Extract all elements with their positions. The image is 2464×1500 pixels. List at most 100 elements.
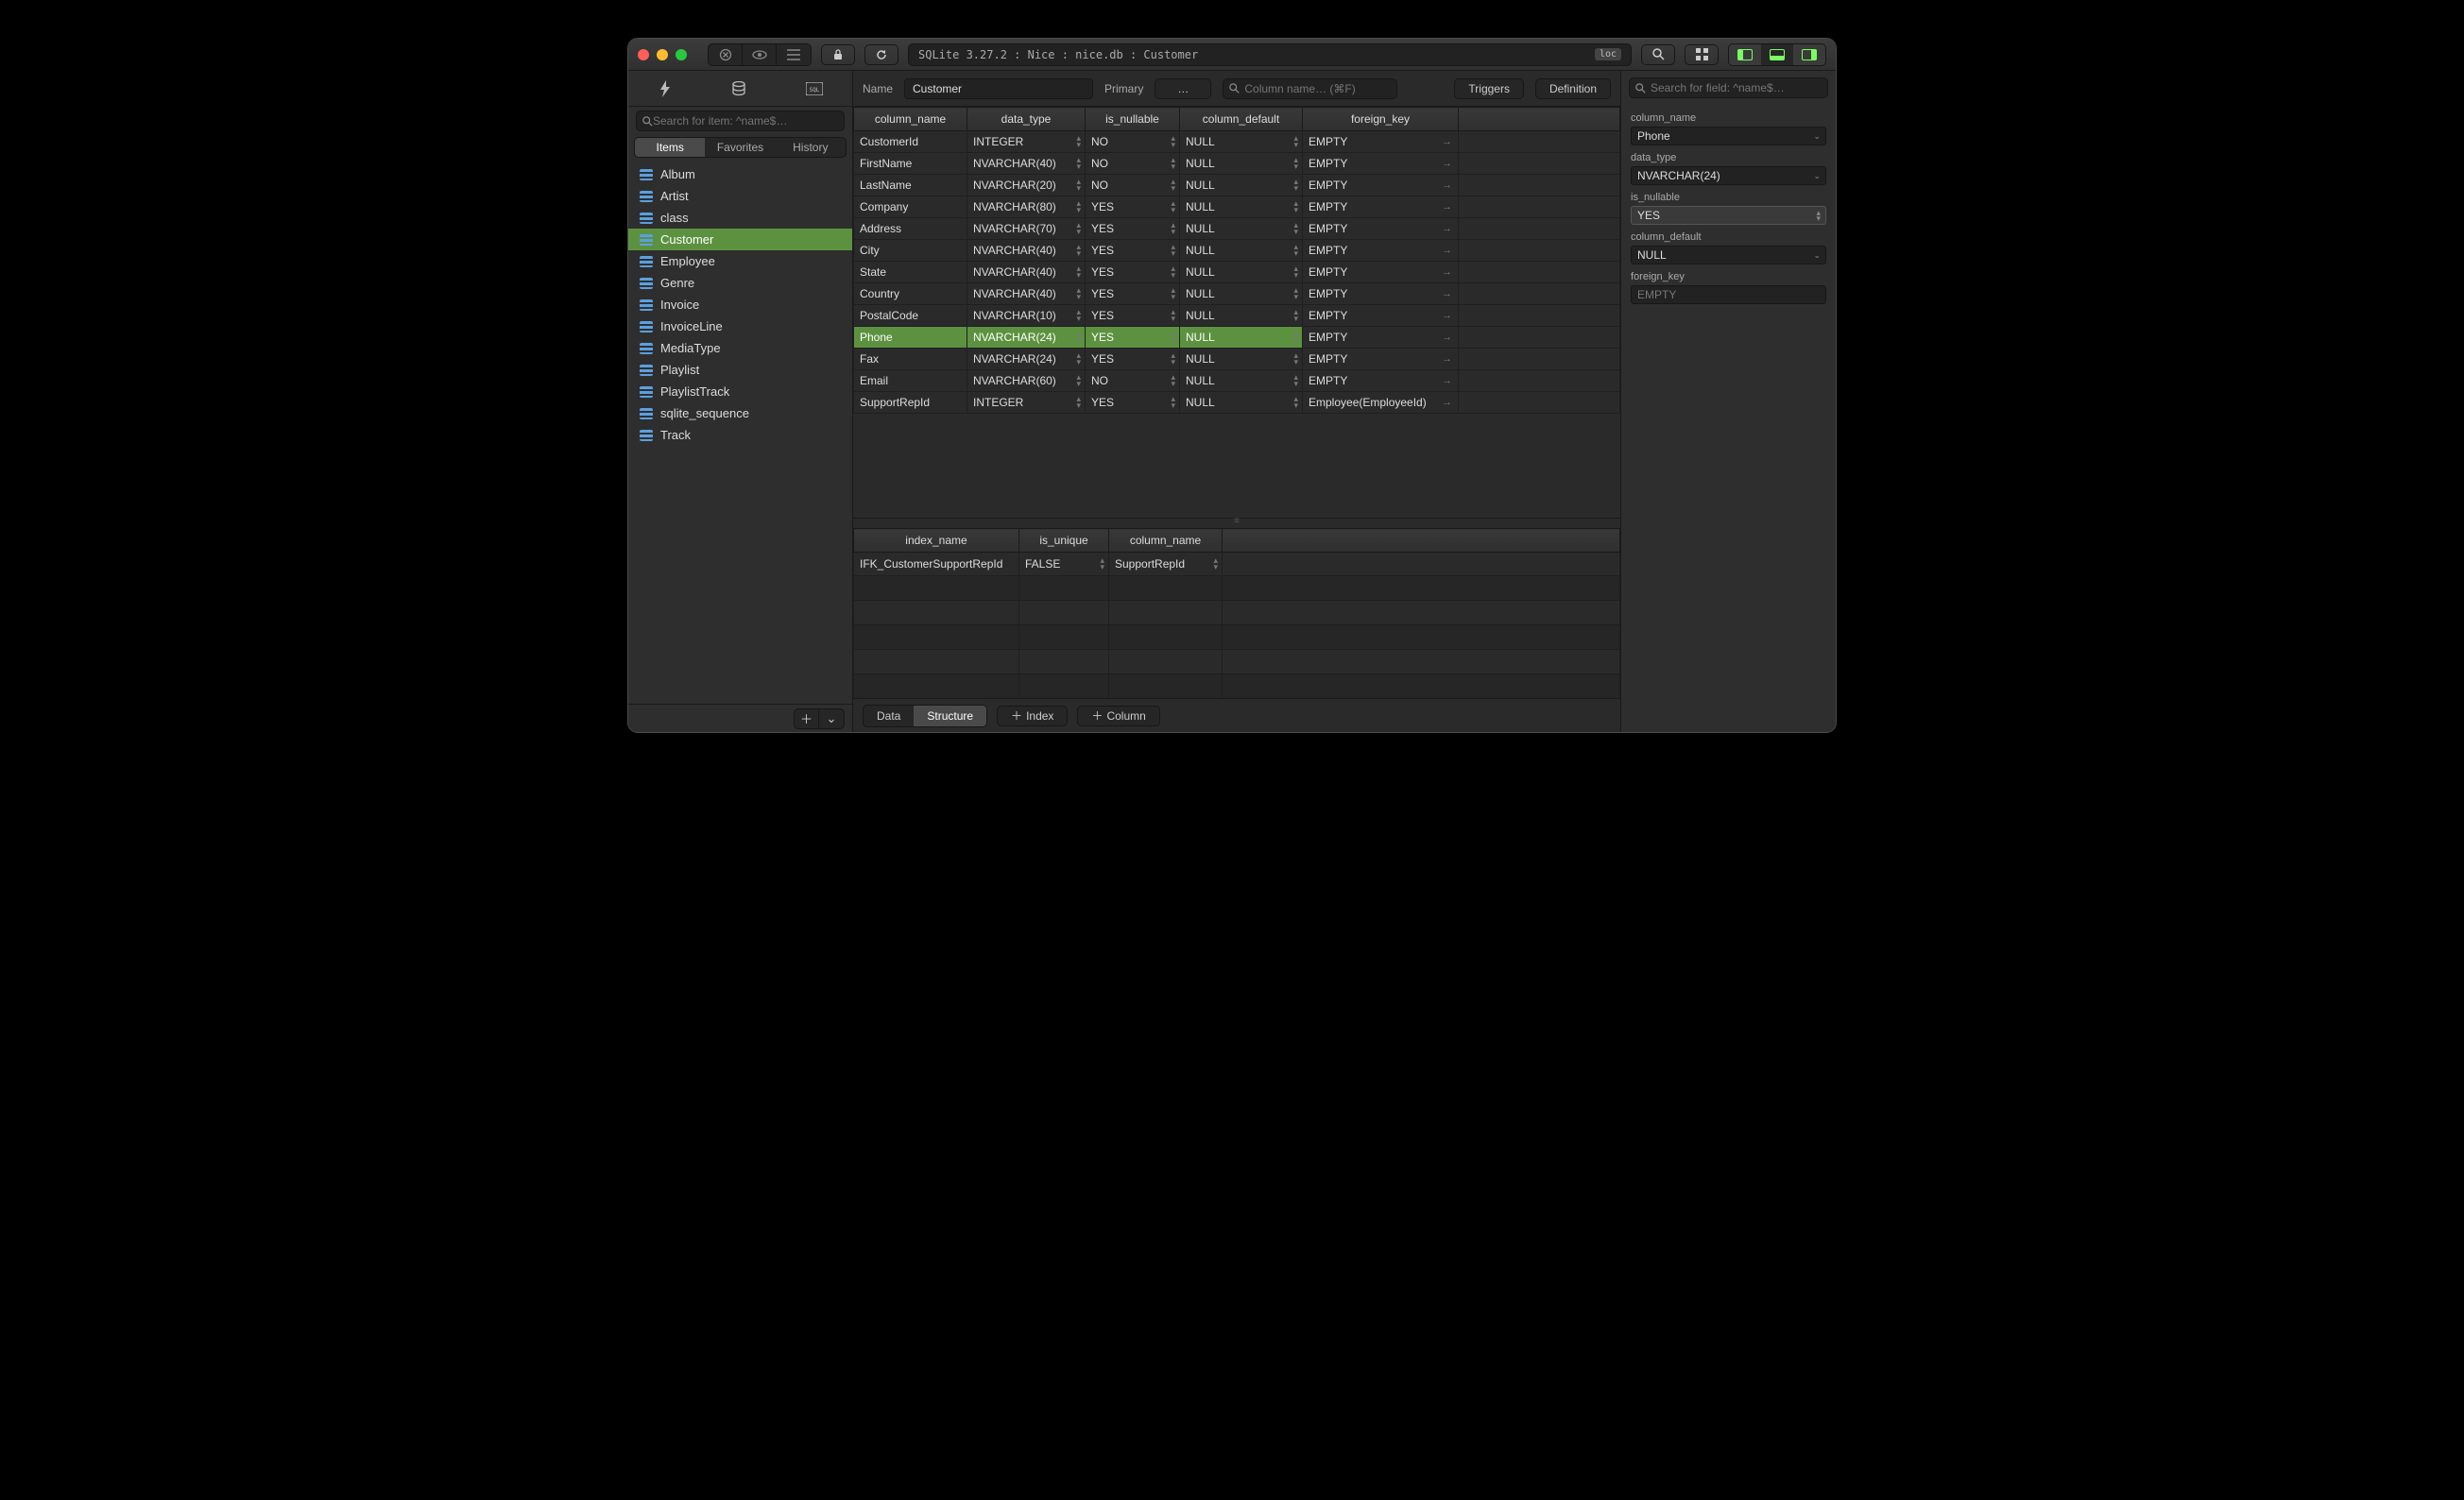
sidebar-item-playlisttrack[interactable]: PlaylistTrack — [628, 381, 852, 402]
cell-default[interactable]: NULL — [1180, 283, 1303, 305]
sidebar-item-album[interactable]: Album — [628, 163, 852, 185]
table-row[interactable]: IFK_CustomerSupportRepIdFALSESupportRepI… — [854, 553, 1620, 576]
table-row[interactable]: CountryNVARCHAR(40)YESNULLEMPTY→ — [854, 283, 1620, 305]
cell-name[interactable]: LastName — [854, 175, 967, 196]
cell-default[interactable]: NULL — [1180, 175, 1303, 196]
cell-fk[interactable]: EMPTY→ — [1303, 218, 1459, 240]
col-header-data_type[interactable]: data_type — [967, 108, 1086, 131]
cell-type[interactable]: NVARCHAR(60) — [967, 370, 1086, 392]
cell-fk[interactable]: Employee(EmployeeId)→ — [1303, 392, 1459, 414]
col-header-column_name[interactable]: column_name — [854, 108, 967, 131]
bottom-panel-toggle[interactable] — [1761, 44, 1793, 65]
cell-nullable[interactable]: YES — [1086, 262, 1180, 283]
cell-name[interactable]: State — [854, 262, 967, 283]
idx-header-is_unique[interactable]: is_unique — [1019, 529, 1109, 553]
triggers-button[interactable]: Triggers — [1454, 78, 1524, 99]
insp-data-type-field[interactable]: NVARCHAR(24)⌄ — [1631, 166, 1826, 185]
sidebar-item-mediatype[interactable]: MediaType — [628, 337, 852, 359]
table-row[interactable]: FirstNameNVARCHAR(40)NONULLEMPTY→ — [854, 153, 1620, 175]
sidebar-item-genre[interactable]: Genre — [628, 272, 852, 294]
list-button[interactable] — [777, 44, 811, 65]
insp-is-nullable-field[interactable]: YES — [1631, 206, 1826, 225]
tab-history[interactable]: History — [776, 138, 846, 157]
cell-name[interactable]: Phone — [854, 327, 967, 349]
sidebar-item-artist[interactable]: Artist — [628, 185, 852, 207]
table-row[interactable]: SupportRepIdINTEGERYESNULLEmployee(Emplo… — [854, 392, 1620, 414]
zoom-window-button[interactable] — [676, 49, 687, 60]
table-row[interactable]: EmailNVARCHAR(60)NONULLEMPTY→ — [854, 370, 1620, 392]
sidebar-item-employee[interactable]: Employee — [628, 250, 852, 272]
view-button[interactable] — [743, 44, 777, 65]
cell-type[interactable]: NVARCHAR(40) — [967, 262, 1086, 283]
cell-type[interactable]: NVARCHAR(40) — [967, 153, 1086, 175]
cell-fk[interactable]: EMPTY→ — [1303, 305, 1459, 327]
database-icon[interactable] — [731, 81, 746, 96]
primary-key-button[interactable]: … — [1155, 78, 1211, 99]
table-row[interactable]: AddressNVARCHAR(70)YESNULLEMPTY→ — [854, 218, 1620, 240]
table-row[interactable]: CustomerIdINTEGERNONULLEMPTY→ — [854, 131, 1620, 153]
cell-fk[interactable]: EMPTY→ — [1303, 262, 1459, 283]
sidebar-item-track[interactable]: Track — [628, 424, 852, 446]
breadcrumb-path[interactable]: SQLite 3.27.2 : Nice : nice.db : Custome… — [908, 43, 1632, 66]
cell-default[interactable]: NULL — [1180, 327, 1303, 349]
close-window-button[interactable] — [638, 49, 649, 60]
cell-fk[interactable]: EMPTY→ — [1303, 196, 1459, 218]
sidebar-item-invoice[interactable]: Invoice — [628, 294, 852, 315]
minimize-window-button[interactable] — [657, 49, 668, 60]
cell-name[interactable]: CustomerId — [854, 131, 967, 153]
cell-default[interactable]: NULL — [1180, 305, 1303, 327]
cell-name[interactable]: Address — [854, 218, 967, 240]
cell-nullable[interactable]: NO — [1086, 175, 1180, 196]
table-row[interactable]: FaxNVARCHAR(24)YESNULLEMPTY→ — [854, 349, 1620, 370]
sidebar-item-class[interactable]: class — [628, 207, 852, 229]
reload-button[interactable] — [864, 44, 898, 65]
cell-default[interactable]: NULL — [1180, 131, 1303, 153]
cell-default[interactable]: NULL — [1180, 153, 1303, 175]
lock-button[interactable] — [821, 44, 855, 65]
cell-fk[interactable]: EMPTY→ — [1303, 240, 1459, 262]
cell-name[interactable]: Email — [854, 370, 967, 392]
sidebar-item-invoiceline[interactable]: InvoiceLine — [628, 315, 852, 337]
index-grid[interactable]: index_nameis_uniquecolumn_name IFK_Custo… — [853, 528, 1620, 698]
table-row[interactable]: CompanyNVARCHAR(80)YESNULLEMPTY→ — [854, 196, 1620, 218]
cell-name[interactable]: PostalCode — [854, 305, 967, 327]
sidebar-item-customer[interactable]: Customer — [628, 229, 852, 250]
idx-cell-column[interactable]: SupportRepId — [1109, 553, 1223, 576]
idx-header-index_name[interactable]: index_name — [854, 529, 1019, 553]
cell-fk[interactable]: EMPTY→ — [1303, 283, 1459, 305]
cell-nullable[interactable]: YES — [1086, 218, 1180, 240]
column-search-input[interactable] — [1244, 82, 1391, 95]
cell-nullable[interactable]: NO — [1086, 131, 1180, 153]
left-panel-toggle[interactable] — [1729, 44, 1761, 65]
col-header-foreign_key[interactable]: foreign_key — [1303, 108, 1459, 131]
right-panel-toggle[interactable] — [1793, 44, 1825, 65]
idx-cell-unique[interactable]: FALSE — [1019, 553, 1109, 576]
stop-button[interactable] — [709, 44, 743, 65]
cell-fk[interactable]: EMPTY→ — [1303, 153, 1459, 175]
table-row[interactable]: PhoneNVARCHAR(24)YESNULLEMPTY→ — [854, 327, 1620, 349]
sidebar-item-sqlite_sequence[interactable]: sqlite_sequence — [628, 402, 852, 424]
cell-type[interactable]: NVARCHAR(80) — [967, 196, 1086, 218]
cell-type[interactable]: NVARCHAR(40) — [967, 240, 1086, 262]
cell-default[interactable]: NULL — [1180, 218, 1303, 240]
cell-type[interactable]: NVARCHAR(24) — [967, 349, 1086, 370]
column-search[interactable] — [1223, 78, 1397, 99]
sidebar-search[interactable] — [636, 111, 845, 131]
split-divider[interactable] — [853, 519, 1620, 528]
inspector-search-input[interactable] — [1651, 81, 1822, 94]
idx-cell-name[interactable]: IFK_CustomerSupportRepId — [854, 553, 1019, 576]
table-name-input[interactable] — [904, 78, 1093, 99]
cell-name[interactable]: Company — [854, 196, 967, 218]
cell-fk[interactable]: EMPTY→ — [1303, 349, 1459, 370]
add-button[interactable]: ＋ — [795, 709, 819, 728]
insp-column-default-field[interactable]: NULL⌄ — [1631, 246, 1826, 264]
cell-nullable[interactable]: YES — [1086, 349, 1180, 370]
cell-fk[interactable]: EMPTY→ — [1303, 327, 1459, 349]
cell-type[interactable]: NVARCHAR(24) — [967, 327, 1086, 349]
cell-name[interactable]: FirstName — [854, 153, 967, 175]
table-row[interactable]: LastNameNVARCHAR(20)NONULLEMPTY→ — [854, 175, 1620, 196]
cell-fk[interactable]: EMPTY→ — [1303, 131, 1459, 153]
add-column-button[interactable]: ＋ Column — [1077, 706, 1159, 726]
cell-nullable[interactable]: YES — [1086, 392, 1180, 414]
cell-type[interactable]: NVARCHAR(70) — [967, 218, 1086, 240]
